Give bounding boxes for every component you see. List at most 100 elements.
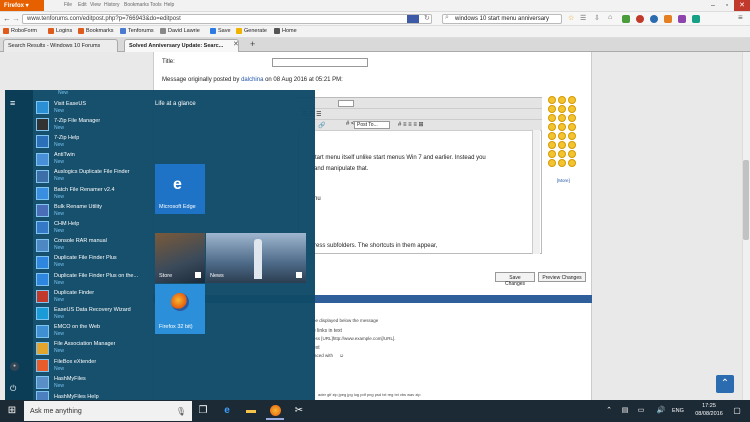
extension-icon[interactable]: [692, 15, 700, 23]
editor-toolbar-row-1: [298, 98, 542, 109]
close-icon[interactable]: ✕: [734, 0, 750, 11]
tile-microsoft-edge[interactable]: e Microsoft Edge: [155, 164, 205, 214]
forward-icon[interactable]: →: [12, 14, 20, 23]
smiley-icon[interactable]: [558, 150, 566, 158]
menu-edit[interactable]: Edit: [78, 2, 87, 8]
smiley-icon[interactable]: [548, 141, 556, 149]
menu-view[interactable]: View: [90, 2, 101, 8]
minimize-icon[interactable]: –: [706, 0, 720, 11]
bookmark-tenforums[interactable]: Tenforums: [120, 28, 154, 34]
bookmark-home[interactable]: Home: [274, 28, 297, 34]
extension-icon[interactable]: [650, 15, 658, 23]
back-icon[interactable]: ←: [3, 14, 11, 23]
smiley-icon[interactable]: [548, 105, 556, 113]
smiley-icon[interactable]: [568, 141, 576, 149]
snipping-tool-icon[interactable]: ✂: [290, 402, 308, 420]
menu-help[interactable]: Help: [164, 2, 174, 8]
smiley-icon[interactable]: [568, 96, 576, 104]
tile-store[interactable]: Store: [155, 233, 205, 283]
new-tab-button[interactable]: +: [250, 39, 255, 49]
editor-scrollbar[interactable]: [532, 130, 540, 254]
action-center-icon[interactable]: ▢: [728, 402, 746, 420]
smiley-icon[interactable]: [548, 114, 556, 122]
bookmark-bookmarks[interactable]: Bookmarks: [78, 28, 114, 34]
url-input[interactable]: www.tenforums.com/editpost.php?p=766943&…: [22, 14, 432, 24]
smiley-icon[interactable]: [548, 159, 556, 167]
windows-logo-icon: ⊞: [7, 405, 17, 416]
cortana-search-box[interactable]: Ask me anything 🎙: [24, 401, 192, 421]
start-button[interactable]: ⊞: [0, 400, 24, 422]
smiley-icon[interactable]: [548, 123, 556, 131]
scroll-to-top-button[interactable]: ⌃: [716, 375, 734, 393]
smiley-icon[interactable]: [558, 105, 566, 113]
file-explorer-icon[interactable]: ▬: [242, 402, 260, 420]
maximize-icon[interactable]: ▫: [720, 0, 734, 11]
microphone-icon[interactable]: 🎙: [176, 407, 186, 416]
smiley-icon[interactable]: [548, 150, 556, 158]
extension-icon[interactable]: [678, 15, 686, 23]
clock[interactable]: 17:25 08/08/2016: [694, 402, 724, 418]
bookmark-save[interactable]: Save: [210, 28, 231, 34]
editor-text-line: nu: [314, 196, 321, 202]
user-avatar-icon[interactable]: ●: [10, 362, 19, 371]
smiley-icon[interactable]: [548, 132, 556, 140]
volume-icon[interactable]: 🔊: [652, 402, 670, 420]
smiley-icon[interactable]: [558, 159, 566, 167]
addon-icon[interactable]: [622, 15, 630, 23]
hamburger-menu-icon[interactable]: ≡: [738, 13, 743, 22]
title-input[interactable]: [272, 58, 368, 67]
save-changes-button[interactable]: Save Changes: [495, 272, 535, 287]
bookmarks-list-icon[interactable]: ☰: [580, 14, 586, 22]
menu-history[interactable]: History: [104, 2, 120, 8]
home-icon[interactable]: ⌂: [608, 14, 612, 21]
hamburger-menu-icon[interactable]: ≡: [10, 98, 15, 108]
original-author-link[interactable]: dalchina: [241, 77, 263, 83]
adblock-icon[interactable]: [636, 15, 644, 23]
language-indicator[interactable]: ENG: [672, 408, 684, 414]
smiley-icon[interactable]: [558, 114, 566, 122]
task-view-icon[interactable]: ❐: [194, 402, 212, 420]
smiley-icon[interactable]: [548, 96, 556, 104]
tab-close-icon[interactable]: ✕: [233, 40, 239, 48]
firefox-menu-button[interactable]: Firefox ▾: [0, 0, 44, 11]
firefox-icon[interactable]: [266, 402, 284, 420]
bookmark-david-lawrie[interactable]: David Lawrie: [160, 28, 200, 34]
tile-firefox[interactable]: Firefox 32 bit): [155, 284, 205, 334]
battery-icon[interactable]: ▭: [632, 402, 650, 420]
preview-changes-button[interactable]: Preview Changes: [538, 272, 586, 282]
smiley-icon[interactable]: [558, 132, 566, 140]
link-icon[interactable]: 🔗: [318, 122, 325, 129]
power-icon[interactable]: ⏻: [10, 384, 16, 394]
post-to-select[interactable]: Post To...: [354, 121, 390, 129]
bookmark-star-icon[interactable]: ☆: [568, 14, 574, 22]
reload-icon[interactable]: ↻: [424, 14, 430, 22]
paragraph-select[interactable]: [338, 100, 354, 107]
smiley-icon[interactable]: [568, 114, 576, 122]
smiley-icon[interactable]: [568, 159, 576, 167]
bookmark-logins[interactable]: Logins: [48, 28, 72, 34]
tab-search-results[interactable]: Search Results - Windows 10 Forums: [3, 39, 118, 52]
smiley-icon[interactable]: [568, 150, 576, 158]
tile-news[interactable]: News: [206, 233, 306, 283]
download-icon[interactable]: ⇩: [594, 14, 600, 22]
more-smilies-link[interactable]: [More]: [557, 178, 570, 183]
menu-tools[interactable]: Tools: [150, 2, 162, 8]
smiley-icon[interactable]: [568, 132, 576, 140]
roboform-icon[interactable]: [664, 15, 672, 23]
app-icon: [36, 204, 49, 218]
app-icon: [36, 118, 49, 132]
editor-extra-buttons[interactable]: # ≡ ≡ ≡ ⊞: [398, 121, 424, 128]
smiley-icon[interactable]: [558, 96, 566, 104]
tab-solved-anniversary[interactable]: Solved Anniversary Update: Searc...: [124, 39, 239, 52]
edge-icon[interactable]: e: [218, 402, 236, 420]
smiley-icon[interactable]: [558, 141, 566, 149]
smiley-icon[interactable]: [568, 105, 576, 113]
smiley-icon[interactable]: [568, 123, 576, 131]
bookmark-generate[interactable]: Generate: [236, 28, 267, 34]
bookmark-roboform[interactable]: RoboForm: [3, 28, 37, 34]
smiley-icon[interactable]: [558, 123, 566, 131]
menu-file[interactable]: File: [64, 2, 72, 8]
search-input[interactable]: windows 10 start menu anniversary: [442, 14, 562, 24]
page-scrollbar-thumb[interactable]: [743, 160, 749, 240]
menu-bookmarks[interactable]: Bookmarks: [124, 2, 149, 8]
